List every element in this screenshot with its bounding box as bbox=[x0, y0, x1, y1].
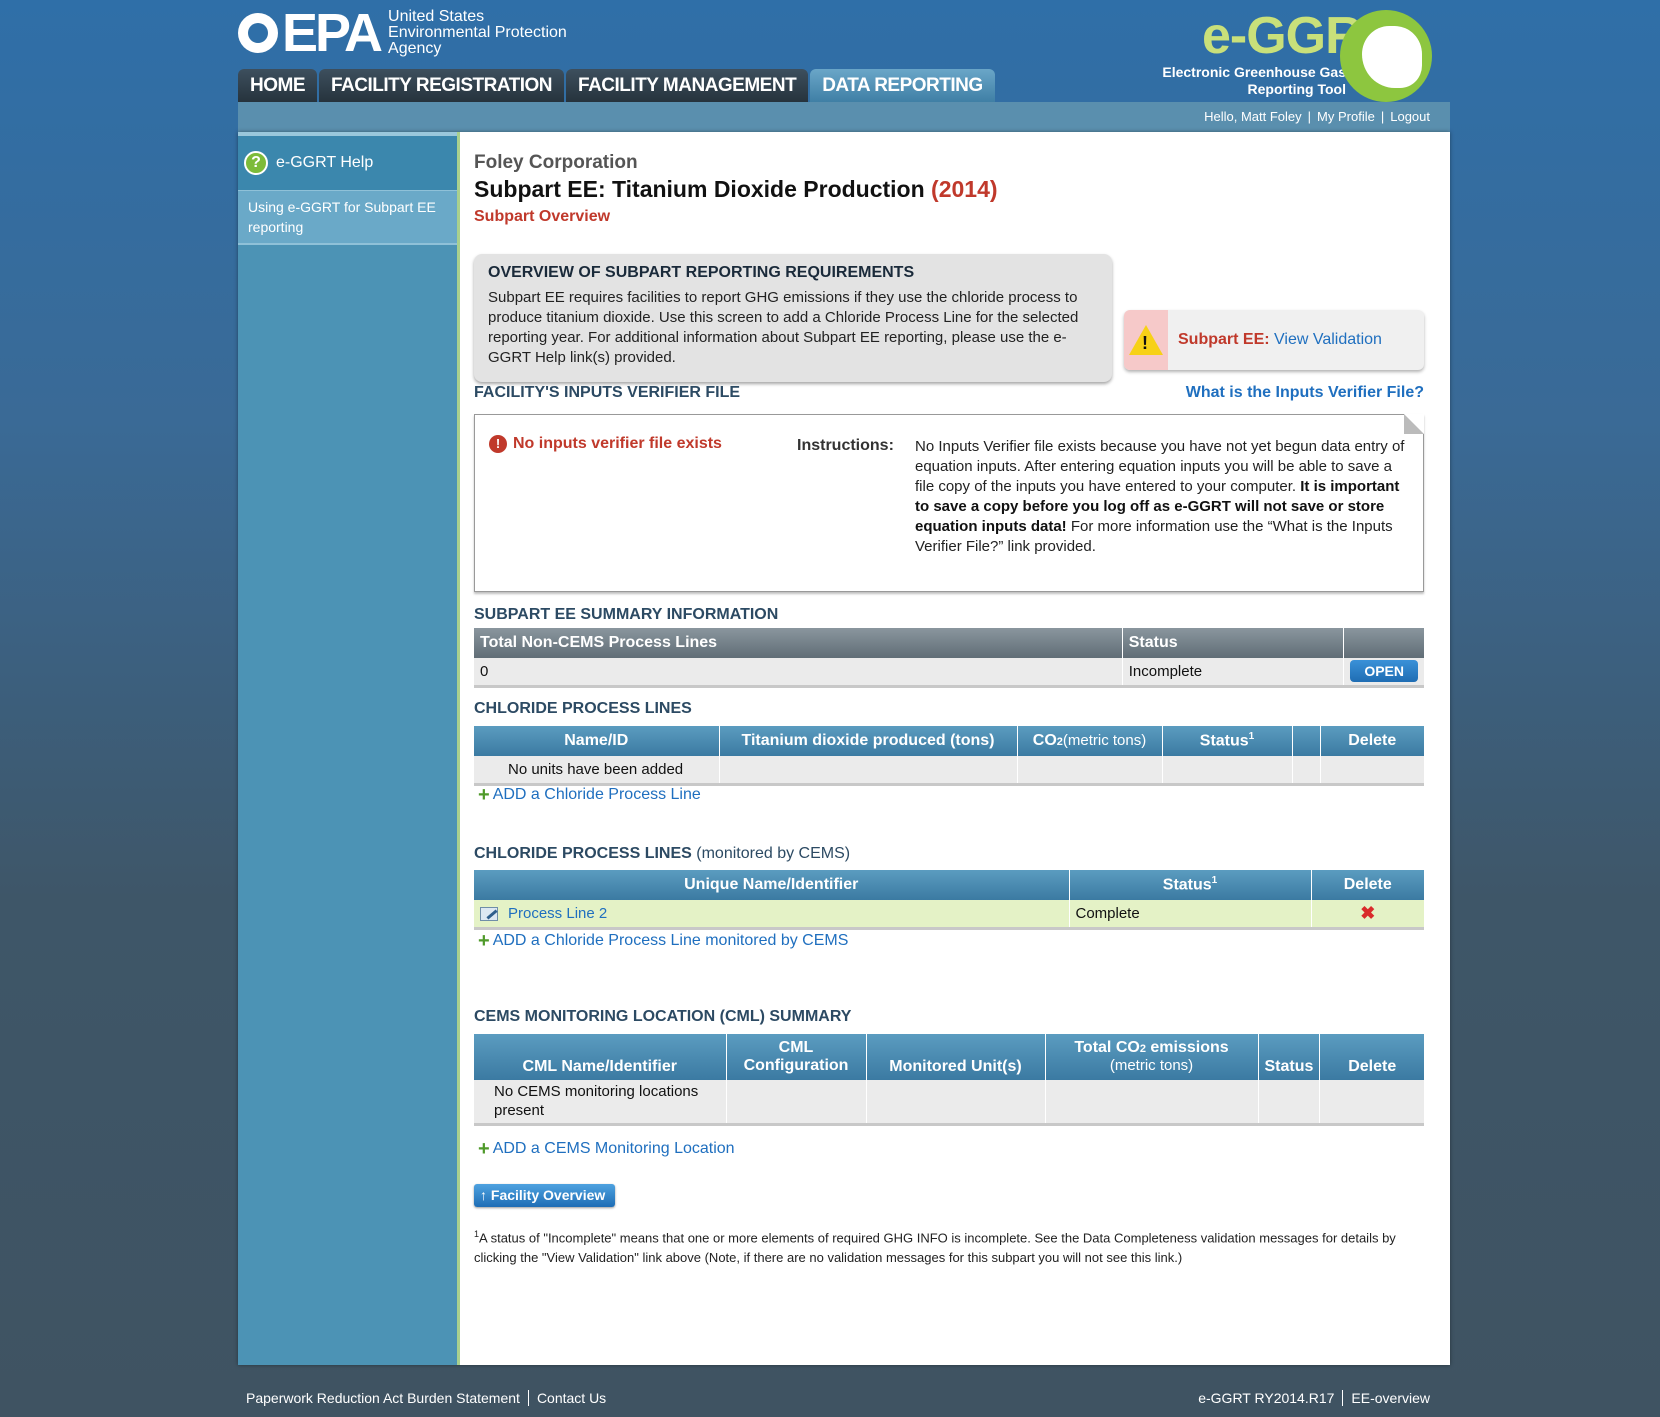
table-row: No units have been added bbox=[474, 756, 1424, 786]
summary-col-status: Status bbox=[1122, 628, 1345, 658]
cml-col-units: Monitored Unit(s) bbox=[866, 1034, 1046, 1080]
summary-col-lines: Total Non-CEMS Process Lines bbox=[474, 628, 1123, 658]
validation-label: Subpart EE: bbox=[1178, 331, 1270, 348]
add-chloride-line-link[interactable]: + ADD a Chloride Process Line bbox=[478, 784, 701, 806]
instructions-label: Instructions: bbox=[797, 437, 894, 454]
page-title: Subpart EE: Titanium Dioxide Production … bbox=[474, 176, 998, 202]
cml-col-total: Total CO2 emissions (metric tons) bbox=[1045, 1034, 1259, 1080]
logout-link[interactable]: Logout bbox=[1384, 109, 1436, 124]
eggrt-subtitle: Electronic Greenhouse Gas Reporting Tool bbox=[1162, 64, 1346, 97]
delete-icon[interactable]: ✖ bbox=[1360, 903, 1375, 923]
agency-name: United States Environmental Protection A… bbox=[388, 8, 567, 57]
sidebar-help-title: e-GGRT Help bbox=[276, 154, 374, 171]
chloride-empty-message: No units have been added bbox=[474, 756, 720, 786]
page-subtitle: Subpart Overview bbox=[474, 208, 611, 225]
cems-col-name: Unique Name/Identifier bbox=[474, 870, 1070, 900]
cml-col-delete: Delete bbox=[1319, 1034, 1424, 1080]
facility-overview-button[interactable]: ↑ Facility Overview bbox=[474, 1184, 616, 1207]
page-id-label: EE-overview bbox=[1342, 1390, 1438, 1406]
chloride-col-status: Status1 bbox=[1162, 726, 1293, 756]
help-icon: ? bbox=[244, 151, 268, 175]
sidebar-help-header: ? e-GGRT Help bbox=[238, 132, 457, 190]
open-button[interactable]: OPEN bbox=[1350, 660, 1418, 683]
instructions-text: No Inputs Verifier file exists because y… bbox=[915, 438, 1405, 555]
cml-table: CML Name/Identifier CML Configuration Mo… bbox=[474, 1034, 1424, 1126]
table-row: 0 Incomplete OPEN bbox=[474, 658, 1424, 688]
cems-col-delete: Delete bbox=[1311, 870, 1424, 900]
cml-col-name: CML Name/Identifier bbox=[474, 1034, 727, 1080]
plus-icon: + bbox=[478, 784, 490, 806]
summary-col-action bbox=[1343, 628, 1424, 658]
cml-heading: CEMS MONITORING LOCATION (CML) SUMMARY bbox=[474, 1008, 852, 1025]
view-validation-link[interactable]: View Validation bbox=[1274, 331, 1382, 348]
chloride-cems-table: Unique Name/Identifier Status1 Delete Pr… bbox=[474, 870, 1424, 930]
sidebar: ? e-GGRT Help Using e-GGRT for Subpart E… bbox=[238, 132, 460, 1365]
epa-flower-icon bbox=[238, 13, 278, 53]
reporting-year: (2014) bbox=[931, 176, 998, 202]
eggrt-logo[interactable]: e-GGRT Electronic Greenhouse Gas Reporti… bbox=[1150, 6, 1440, 102]
warning-icon: ! bbox=[1129, 325, 1163, 355]
chloride-cems-heading: CHLORIDE PROCESS LINES (monitored by CEM… bbox=[474, 845, 851, 862]
content-frame: ? e-GGRT Help Using e-GGRT for Subpart E… bbox=[238, 132, 1450, 1365]
verifier-box: ! No inputs verifier file exists Instruc… bbox=[474, 414, 1424, 592]
user-greeting: Hello, Matt Foley bbox=[1204, 109, 1302, 124]
summary-lines-value: 0 bbox=[474, 658, 1123, 688]
footer-right: e-GGRT RY2014.R17 EE-overview bbox=[1190, 1390, 1438, 1406]
egret-icon bbox=[1340, 10, 1432, 102]
plus-icon: + bbox=[478, 1138, 490, 1160]
footer-left: Paperwork Reduction Act Burden Statement… bbox=[238, 1390, 615, 1406]
add-cml-link[interactable]: + ADD a CEMS Monitoring Location bbox=[478, 1138, 735, 1160]
sidebar-help-link[interactable]: Using e-GGRT for Subpart EE reporting bbox=[238, 190, 457, 245]
contact-link[interactable]: Contact Us bbox=[527, 1390, 615, 1406]
chloride-col-blank bbox=[1292, 726, 1321, 756]
cems-col-status: Status1 bbox=[1069, 870, 1312, 900]
edit-icon[interactable] bbox=[480, 906, 498, 921]
cml-col-config: CML Configuration bbox=[726, 1034, 867, 1080]
summary-heading: SUBPART EE SUMMARY INFORMATION bbox=[474, 606, 779, 623]
epa-mark: EPA bbox=[238, 2, 383, 64]
chloride-col-co2: CO2(metric tons) bbox=[1017, 726, 1163, 756]
cml-empty-message: No CEMS monitoring locations present bbox=[474, 1080, 727, 1126]
cml-col-status: Status bbox=[1258, 1034, 1321, 1080]
company-name: Foley Corporation bbox=[474, 152, 638, 173]
page-fold-icon bbox=[1404, 414, 1424, 434]
main-nav-tabs: HOME FACILITY REGISTRATION FACILITY MANA… bbox=[238, 69, 995, 102]
verifier-status: ! No inputs verifier file exists bbox=[489, 435, 722, 453]
table-row: Process Line 2 Complete ✖ bbox=[474, 900, 1424, 930]
footnote: 1A status of "Incomplete" means that one… bbox=[474, 1229, 1396, 1266]
epa-logo[interactable]: EPA United States Environmental Protecti… bbox=[238, 3, 567, 63]
chloride-col-delete: Delete bbox=[1320, 726, 1424, 756]
process-line-link[interactable]: Process Line 2 bbox=[508, 905, 607, 922]
plus-icon: + bbox=[478, 930, 490, 952]
chloride-heading: CHLORIDE PROCESS LINES bbox=[474, 700, 692, 717]
warning-icon-box: ! bbox=[1124, 310, 1168, 370]
summary-status-value: Incomplete bbox=[1122, 658, 1345, 688]
add-cems-line-link[interactable]: + ADD a Chloride Process Line monitored b… bbox=[478, 930, 848, 952]
tab-data-reporting[interactable]: DATA REPORTING bbox=[810, 69, 995, 102]
summary-table: Total Non-CEMS Process Lines Status 0 In… bbox=[474, 628, 1424, 688]
process-line-status: Complete bbox=[1069, 900, 1312, 930]
my-profile-link[interactable]: My Profile bbox=[1311, 109, 1381, 124]
table-row: No CEMS monitoring locations present bbox=[474, 1080, 1424, 1126]
overview-text: Subpart EE requires facilities to report… bbox=[488, 289, 1079, 366]
overview-heading: OVERVIEW OF SUBPART REPORTING REQUIREMEN… bbox=[488, 264, 915, 281]
version-label: e-GGRT RY2014.R17 bbox=[1198, 1390, 1335, 1406]
verifier-heading: FACILITY'S INPUTS VERIFIER FILE bbox=[474, 384, 741, 401]
chloride-col-name: Name/ID bbox=[474, 726, 720, 756]
tab-facility-registration[interactable]: FACILITY REGISTRATION bbox=[319, 69, 565, 102]
user-bar: Hello, Matt Foley | My Profile | Logout bbox=[238, 102, 1450, 132]
overview-box: OVERVIEW OF SUBPART REPORTING REQUIREMEN… bbox=[474, 254, 1112, 382]
tab-facility-management[interactable]: FACILITY MANAGEMENT bbox=[566, 69, 809, 102]
error-icon: ! bbox=[489, 435, 507, 453]
paperwork-link[interactable]: Paperwork Reduction Act Burden Statement bbox=[238, 1390, 528, 1406]
tab-home[interactable]: HOME bbox=[238, 69, 317, 102]
validation-box: ! Subpart EE: View Validation bbox=[1124, 310, 1424, 370]
chloride-table: Name/ID Titanium dioxide produced (tons)… bbox=[474, 726, 1424, 786]
up-arrow-icon: ↑ bbox=[480, 1187, 487, 1203]
what-is-verifier-link[interactable]: What is the Inputs Verifier File? bbox=[1186, 384, 1424, 402]
chloride-col-tio2: Titanium dioxide produced (tons) bbox=[719, 726, 1018, 756]
